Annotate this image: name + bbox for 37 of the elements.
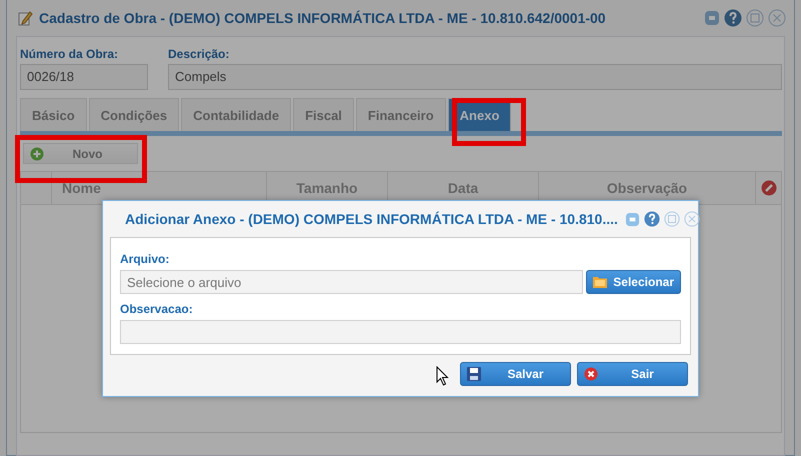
edit-icon bbox=[17, 10, 33, 26]
column-header: Nome bbox=[62, 180, 101, 196]
cancel-icon bbox=[584, 367, 598, 381]
input-field[interactable]: 0026/18 bbox=[20, 64, 148, 90]
add-icon bbox=[30, 146, 44, 160]
dialog-title: Adicionar Anexo - (DEMO) COMPELS INFORMÁTICA LTDA - ME - 10.810.... bbox=[125, 211, 618, 227]
tab[interactable]: Condições bbox=[88, 98, 180, 131]
file-field[interactable]: Selecione o arquivo bbox=[120, 270, 584, 294]
close-icon[interactable] bbox=[768, 9, 786, 27]
note-field[interactable] bbox=[120, 320, 681, 344]
field-label: Número da Obra: bbox=[20, 47, 120, 61]
tab[interactable]: Básico bbox=[20, 98, 87, 131]
select-button[interactable]: Selecionar bbox=[586, 270, 681, 294]
tab[interactable]: Fiscal bbox=[293, 98, 354, 131]
close-icon[interactable] bbox=[684, 211, 700, 227]
maximize-icon[interactable] bbox=[746, 9, 764, 27]
restore-icon[interactable] bbox=[704, 10, 720, 26]
input-field[interactable]: Compels bbox=[168, 64, 782, 90]
cursor-icon bbox=[436, 366, 449, 386]
field-label: Arquivo: bbox=[120, 252, 170, 266]
help-icon[interactable] bbox=[644, 211, 660, 227]
new-button[interactable]: Novo bbox=[23, 143, 138, 164]
folder-icon bbox=[593, 276, 608, 288]
maximize-icon[interactable] bbox=[664, 211, 680, 227]
window-title: Cadastro de Obra - (DEMO) COMPELS INFORMÁTICA LTDA - ME - 10.810.642/0001-00 bbox=[39, 10, 606, 26]
floppy-icon bbox=[467, 367, 481, 381]
tab[interactable]: Financeiro bbox=[356, 98, 446, 131]
column-header: Data bbox=[448, 180, 478, 196]
exit-button[interactable]: Sair bbox=[577, 362, 688, 386]
help-icon[interactable] bbox=[724, 9, 742, 27]
column-header: Tamanho bbox=[296, 180, 358, 196]
field-label: Descrição: bbox=[168, 47, 230, 61]
save-button[interactable]: Salvar bbox=[460, 362, 571, 386]
column-header: Observação bbox=[606, 180, 688, 196]
tab[interactable]: Contabilidade bbox=[181, 98, 292, 131]
restore-icon[interactable] bbox=[624, 212, 640, 226]
field-label: Observacao: bbox=[120, 302, 194, 316]
